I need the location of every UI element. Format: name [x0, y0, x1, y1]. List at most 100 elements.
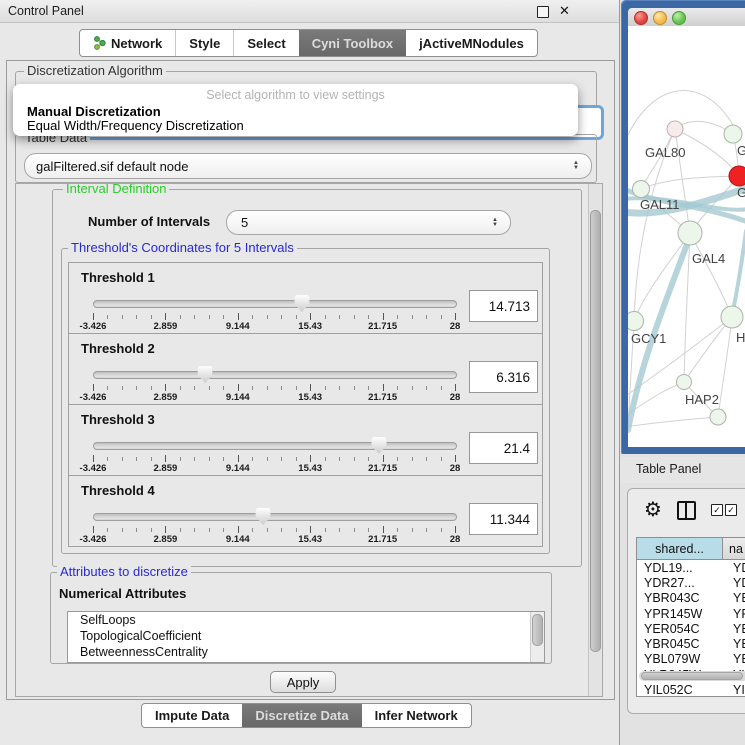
column-header-shared[interactable]: shared...	[637, 538, 723, 559]
network-edge-thick[interactable]	[732, 231, 745, 315]
apply-button[interactable]: Apply	[270, 671, 336, 693]
tick-label: -3.426	[80, 392, 107, 403]
table-row[interactable]: YPR145WYPR1	[637, 606, 745, 621]
table-data-group: Table Data galFiltered.sif default node …	[15, 134, 597, 183]
slider-track[interactable]	[93, 513, 457, 521]
columns-icon[interactable]	[677, 501, 696, 520]
spinner-arrows-icon[interactable]: ▲▼	[492, 218, 498, 228]
tab-impute-data[interactable]: Impute Data	[142, 704, 242, 727]
zoom-traffic-light-icon[interactable]	[672, 11, 686, 25]
threshold-value-field[interactable]: 11.344	[469, 503, 538, 535]
tick-mark	[368, 528, 369, 532]
threshold-value-field[interactable]: 6.316	[469, 361, 538, 393]
tab-jactivemnodules[interactable]: jActiveMNodules	[406, 30, 537, 56]
tab-network[interactable]: Network	[80, 30, 175, 56]
tick-mark	[412, 528, 413, 532]
tick-mark	[397, 528, 398, 532]
list-scrollbar[interactable]	[530, 612, 544, 662]
tick-mark	[441, 315, 442, 319]
list-item[interactable]: TopologicalCoefficient	[68, 628, 544, 644]
minimize-traffic-light-icon[interactable]	[653, 11, 667, 25]
network-node[interactable]	[724, 125, 742, 143]
tab-discretize-data[interactable]: Discretize Data	[242, 704, 361, 727]
settings-scrollbar[interactable]	[588, 184, 602, 696]
table-row[interactable]: YBR043CYBR0	[637, 591, 745, 606]
slider-track[interactable]	[93, 371, 457, 379]
checkbox-icon[interactable]: ✓	[711, 504, 723, 516]
float-icon[interactable]	[537, 6, 549, 18]
network-node[interactable]	[710, 409, 726, 425]
network-edge[interactable]	[628, 90, 733, 144]
tick-mark	[310, 455, 311, 462]
discretization-algorithm-legend: Discretization Algorithm	[24, 63, 166, 78]
dropdown-item[interactable]: Equal Width/Frequency Discretization	[27, 118, 244, 133]
table-horizontal-scrollbar[interactable]	[639, 671, 745, 681]
tick-mark	[267, 386, 268, 390]
slider-thumb[interactable]	[198, 366, 213, 383]
threshold-box: Threshold 4-3.4262.8599.14415.4321.71528…	[68, 475, 543, 547]
numerical-attributes-list[interactable]: SelfLoopsTopologicalCoefficientBetweenne…	[67, 611, 545, 663]
threshold-slider[interactable]	[93, 512, 455, 524]
column-header-name[interactable]: na	[723, 538, 745, 559]
spinner-arrows-icon[interactable]: ▲▼	[573, 161, 579, 171]
tab-cyni-toolbox[interactable]: Cyni Toolbox	[299, 30, 406, 56]
table-row[interactable]: YBR045CYBR0	[637, 636, 745, 651]
scrollbar-thumb[interactable]	[641, 672, 743, 680]
network-edge[interactable]	[690, 233, 732, 317]
slider-thumb[interactable]	[371, 437, 386, 454]
slider-thumb[interactable]	[256, 508, 271, 525]
tick-label: 28	[450, 392, 461, 403]
table-row[interactable]: YER054CYER0	[637, 621, 745, 636]
tab-infer-network[interactable]: Infer Network	[362, 704, 471, 727]
network-node[interactable]	[633, 181, 650, 198]
control-panel-window: Control Panel ✕ NetworkStyleSelectCyni T…	[0, 0, 620, 745]
threshold-slider[interactable]	[93, 299, 455, 311]
checkbox-icon[interactable]: ✓	[725, 504, 737, 516]
slider-track[interactable]	[93, 442, 457, 450]
network-node[interactable]	[628, 312, 644, 331]
tick-mark	[209, 528, 210, 532]
tab-style[interactable]: Style	[175, 30, 233, 56]
network-node-label: GA	[737, 143, 745, 158]
network-node[interactable]	[721, 306, 743, 328]
dropdown-item[interactable]: Manual Discretization	[27, 104, 161, 119]
network-node[interactable]	[729, 166, 745, 186]
table-row[interactable]: YDL19...YDL1	[637, 560, 745, 575]
table-panel: ⚙ ✓ ✓ shared... na YDL19...YDL1YDR27...Y…	[627, 488, 745, 714]
table-row[interactable]: YDR27...YDR2	[637, 575, 745, 590]
dropdown-prompt-item[interactable]: Select algorithm to view settings	[13, 88, 578, 102]
screen: Control Panel ✕ NetworkStyleSelectCyni T…	[0, 0, 745, 745]
slider-track[interactable]	[93, 300, 457, 308]
scrollbar-thumb[interactable]	[590, 210, 601, 652]
network-node[interactable]	[678, 221, 702, 245]
tick-mark	[412, 386, 413, 390]
tab-select[interactable]: Select	[233, 30, 298, 56]
network-node[interactable]	[667, 121, 683, 137]
table-row[interactable]: YBL079WYBL0	[637, 652, 745, 667]
network-edge[interactable]	[628, 417, 718, 427]
threshold-slider[interactable]	[93, 370, 455, 382]
network-canvas[interactable]: GAL80GAGGAL11GAL4GCY1HAHAP2	[628, 26, 745, 447]
close-icon[interactable]: ✕	[559, 3, 570, 19]
gear-icon[interactable]: ⚙	[644, 497, 662, 522]
tick-mark	[368, 315, 369, 319]
cell-shared-name: YDL19...	[637, 561, 729, 575]
close-traffic-light-icon[interactable]	[634, 11, 648, 25]
tick-mark	[165, 384, 166, 391]
list-item[interactable]: BetweennessCentrality	[68, 644, 544, 660]
tick-mark	[455, 313, 456, 320]
threshold-value-field[interactable]: 14.713	[469, 290, 538, 322]
list-item[interactable]: SelfLoops	[68, 612, 544, 628]
network-node-label: GAL4	[692, 251, 725, 266]
network-node[interactable]	[677, 375, 692, 390]
threshold-slider[interactable]	[93, 441, 455, 453]
tick-label: 2.859	[154, 534, 178, 545]
num-intervals-spinner[interactable]: 5 ▲▼	[226, 210, 511, 235]
tick-mark	[238, 526, 239, 533]
table-data-combobox[interactable]: galFiltered.sif default node ▲▼	[24, 153, 592, 179]
cell-shared-name: YBL079W	[637, 652, 729, 666]
num-intervals-label: Number of Intervals	[88, 214, 210, 229]
threshold-value-field[interactable]: 21.4	[469, 432, 538, 464]
table-row[interactable]: YIL052CYIL0	[637, 682, 745, 697]
slider-thumb[interactable]	[294, 295, 309, 312]
